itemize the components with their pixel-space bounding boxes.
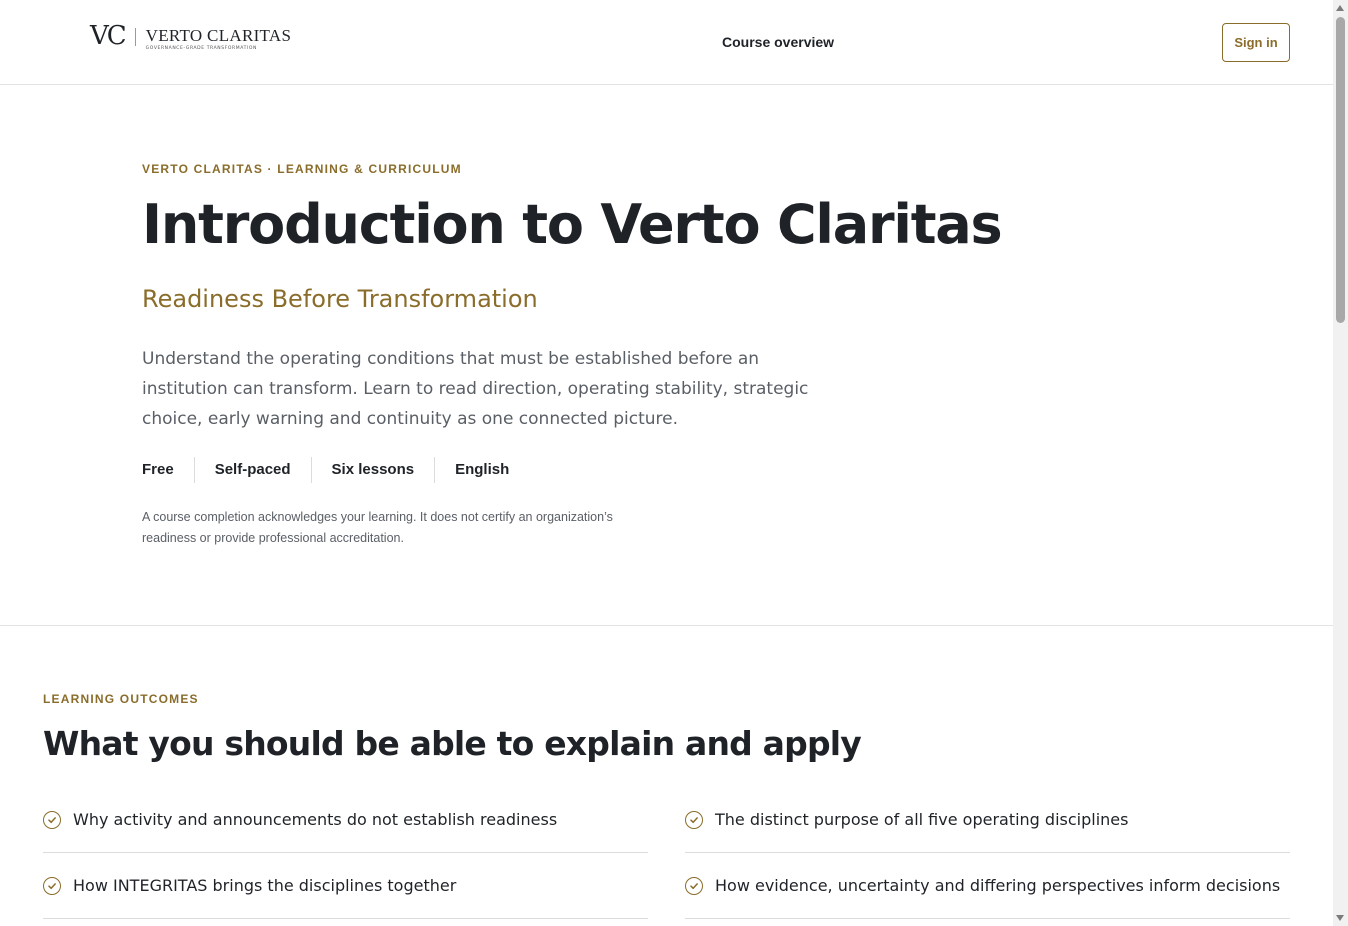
check-circle-icon [43, 876, 61, 895]
course-meta: Free Self-paced Six lessons English [142, 457, 529, 483]
check-circle-icon [685, 876, 703, 895]
meta-language: English [434, 457, 529, 483]
logo[interactable]: VC VERTO CLARITAS GOVERNANCE-GRADE TRANS… [90, 22, 291, 51]
scroll-up-arrow-icon[interactable] [1336, 5, 1344, 11]
logo-mark: VC [90, 21, 127, 51]
check-circle-icon [43, 810, 61, 829]
meta-pace: Self-paced [193, 457, 311, 483]
meta-lessons: Six lessons [310, 457, 435, 483]
meta-price: Free [142, 461, 174, 478]
outcome-item: The distinct purpose of all five operati… [685, 787, 1290, 853]
completion-disclaimer: A course completion acknowledges your le… [142, 510, 613, 545]
outcomes-title: What you should be able to explain and a… [43, 724, 862, 763]
logo-tagline: GOVERNANCE-GRADE TRANSFORMATION [145, 46, 257, 51]
sign-in-button[interactable]: Sign in [1222, 23, 1290, 62]
outcome-item: Why activity and announcements do not es… [43, 787, 648, 853]
nav-course-overview[interactable]: Course overview [722, 33, 834, 51]
page-title: Introduction to Verto Claritas [142, 193, 1003, 256]
outcome-item: How INTEGRITAS brings the disciplines to… [43, 853, 648, 919]
outcome-text: How INTEGRITAS brings the disciplines to… [73, 876, 457, 895]
outcome-item: How evidence, uncertainty and differing … [685, 853, 1290, 919]
outcome-text: How evidence, uncertainty and differing … [715, 876, 1281, 895]
page-subtitle: Readiness Before Transformation [142, 285, 538, 313]
logo-wordmark: VERTO CLARITAS GOVERNANCE-GRADE TRANSFOR… [146, 27, 292, 51]
scroll-down-arrow-icon[interactable] [1336, 915, 1344, 921]
check-circle-icon [685, 810, 703, 829]
logo-name: VERTO CLARITAS [145, 26, 292, 45]
hero-eyebrow: VERTO CLARITAS · LEARNING & CURRICULUM [142, 162, 462, 176]
section-divider [0, 625, 1333, 626]
outcome-text: Why activity and announcements do not es… [73, 810, 558, 829]
site-header: VC VERTO CLARITAS GOVERNANCE-GRADE TRANS… [0, 0, 1333, 85]
vertical-scrollbar[interactable] [1333, 0, 1348, 926]
outcomes-eyebrow: LEARNING OUTCOMES [43, 692, 199, 706]
scrollbar-thumb[interactable] [1336, 17, 1345, 323]
outcome-text: The distinct purpose of all five operati… [715, 810, 1129, 829]
logo-separator [134, 28, 136, 46]
course-description: Understand the operating conditions that… [142, 349, 809, 429]
